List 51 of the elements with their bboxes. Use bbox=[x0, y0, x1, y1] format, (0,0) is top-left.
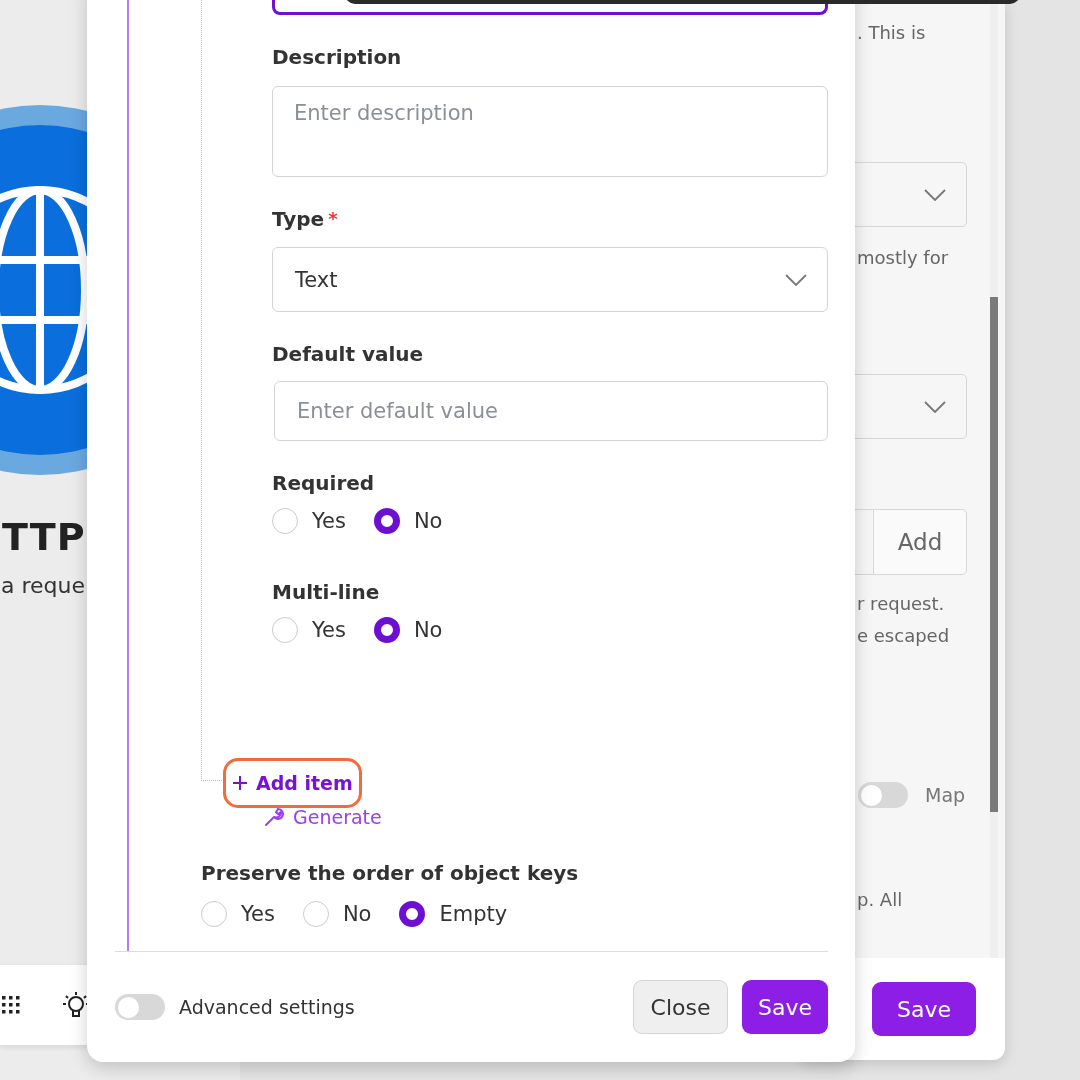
radio-button[interactable] bbox=[373, 617, 400, 643]
field-label: Description bbox=[272, 45, 402, 69]
radio-label: No bbox=[342, 902, 372, 926]
radio-option[interactable]: Empty bbox=[399, 901, 508, 927]
lightbulb-icon[interactable] bbox=[62, 990, 90, 1020]
field-label: Multi-line bbox=[272, 580, 380, 604]
radio-option[interactable]: Yes bbox=[272, 617, 346, 643]
add-item-button[interactable]: Add item bbox=[223, 758, 362, 808]
field-label: Type bbox=[272, 207, 325, 231]
toggle-switch[interactable] bbox=[115, 994, 165, 1020]
app-title: TTP bbox=[2, 515, 86, 559]
toggle-label: Advanced settings bbox=[179, 996, 355, 1018]
radio-label: Yes bbox=[312, 509, 346, 533]
plus-icon bbox=[232, 775, 248, 791]
radio-option[interactable]: No bbox=[373, 508, 443, 534]
close-button[interactable]: Close bbox=[633, 980, 728, 1034]
field-label: Required bbox=[272, 471, 375, 495]
generate-link[interactable]: Generate bbox=[263, 806, 382, 828]
app-description: a reque bbox=[1, 573, 85, 598]
radio-option[interactable]: Yes bbox=[272, 508, 346, 534]
default-value-field[interactable]: Enter default value bbox=[274, 381, 828, 441]
dropdown-value: Text bbox=[295, 267, 338, 292]
toggle-label: Map bbox=[925, 784, 966, 806]
wrench-icon bbox=[263, 806, 285, 828]
help-text: mostly for bbox=[857, 246, 950, 270]
help-text: r request. e escaped bbox=[857, 592, 951, 648]
chevron-down-icon bbox=[785, 273, 807, 286]
radio-label: Yes bbox=[241, 902, 275, 926]
toggle-switch[interactable] bbox=[858, 782, 908, 808]
radio-label: Yes bbox=[312, 618, 346, 642]
radio-label: No bbox=[413, 618, 443, 642]
description-field[interactable]: Enter description bbox=[272, 86, 828, 177]
radio-option[interactable]: No bbox=[302, 901, 372, 927]
field-label: Preserve the order of object keys bbox=[201, 861, 579, 885]
radio-option[interactable]: No bbox=[373, 617, 443, 643]
radio-button[interactable] bbox=[399, 901, 426, 927]
field-label: Default value bbox=[272, 342, 424, 366]
radio-option[interactable]: Yes bbox=[201, 901, 275, 927]
grid-dots-icon[interactable] bbox=[0, 994, 22, 1016]
help-text: p. All bbox=[857, 888, 904, 912]
save-button[interactable]: Save bbox=[872, 982, 976, 1036]
radio-button[interactable] bbox=[373, 508, 400, 534]
chevron-down-icon bbox=[924, 188, 946, 201]
radio-label: Empty bbox=[439, 902, 508, 926]
chevron-down-icon bbox=[924, 400, 946, 413]
type-dropdown[interactable]: Text bbox=[272, 247, 828, 312]
add-button[interactable]: Add bbox=[873, 509, 967, 575]
radio-label: No bbox=[413, 509, 443, 533]
required-mark: * bbox=[328, 207, 338, 231]
save-button[interactable]: Save bbox=[742, 980, 828, 1034]
help-text: . This is bbox=[857, 21, 927, 45]
